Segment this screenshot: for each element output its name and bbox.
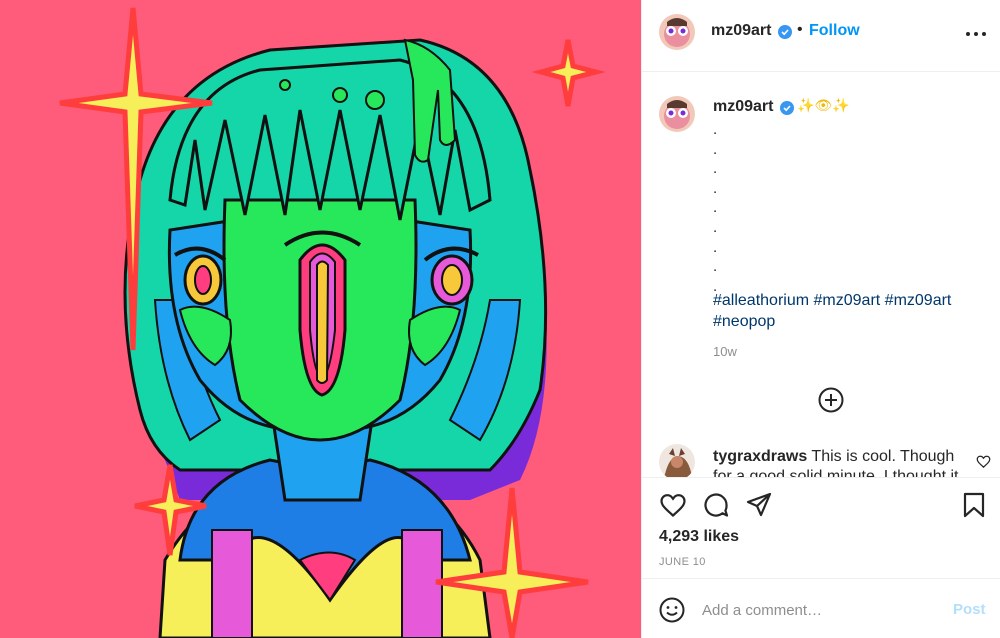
comment-heart-icon[interactable] <box>976 454 991 469</box>
follow-button[interactable]: Follow <box>809 22 860 40</box>
caption-username[interactable]: mz09art <box>713 98 773 116</box>
avatar[interactable] <box>659 14 695 50</box>
hashtag-link[interactable]: #neopop <box>713 313 775 330</box>
verified-badge-icon <box>780 101 794 115</box>
hashtag-link[interactable]: #mz09art <box>814 292 881 309</box>
send-icon[interactable] <box>745 491 773 519</box>
post-header: mz09art • Follow <box>642 0 1000 72</box>
more-options-icon[interactable] <box>964 22 988 46</box>
hashtag-link[interactable]: #mz09art <box>885 292 952 309</box>
comment-body: This is cool. Though <box>811 448 955 465</box>
caption-age[interactable]: 10w <box>713 344 737 359</box>
comment-text-continued: for a good solid minute, I thought it <box>713 468 959 477</box>
heart-icon[interactable] <box>659 491 687 519</box>
post-author-username[interactable]: mz09art <box>711 22 771 40</box>
emoji-icon[interactable] <box>659 597 685 623</box>
hashtag-link[interactable]: #alleathorium <box>713 292 809 309</box>
plus-circle-icon[interactable] <box>818 387 844 413</box>
post-image[interactable] <box>0 0 641 638</box>
avatar-image <box>659 14 695 50</box>
add-comment-bar: Post <box>642 578 1000 638</box>
comment-icon[interactable] <box>702 491 730 519</box>
caption-dots: . . . . . . . . . <box>713 121 718 295</box>
comment-avatar[interactable] <box>659 444 695 477</box>
post-actions: 4,293 likes JUNE 10 <box>642 477 1000 578</box>
avatar-image <box>659 444 695 477</box>
separator-dot: • <box>797 21 803 38</box>
post-comment-button[interactable]: Post <box>953 601 986 618</box>
comment-username[interactable]: tygraxdraws <box>713 448 807 465</box>
caption-hashtags: #alleathorium #mz09art #mz09art #neopop <box>713 290 983 332</box>
verified-badge-icon <box>778 25 792 39</box>
caption-emoji: ✨👁✨ <box>797 98 850 114</box>
caption-avatar[interactable] <box>659 96 695 132</box>
comment-text: tygraxdraws This is cool. Though <box>713 447 973 467</box>
bookmark-icon[interactable] <box>960 491 988 519</box>
post-side-panel: mz09art • Follow mz09art ✨👁✨ . . . . . .… <box>641 0 1000 638</box>
avatar-image <box>659 96 695 132</box>
likes-count[interactable]: 4,293 likes <box>659 528 739 546</box>
artwork-illustration <box>0 0 641 638</box>
post-date[interactable]: JUNE 10 <box>659 556 706 568</box>
comments-section[interactable]: mz09art ✨👁✨ . . . . . . . . . #alleathor… <box>642 72 1000 477</box>
comment-input[interactable] <box>702 599 942 621</box>
